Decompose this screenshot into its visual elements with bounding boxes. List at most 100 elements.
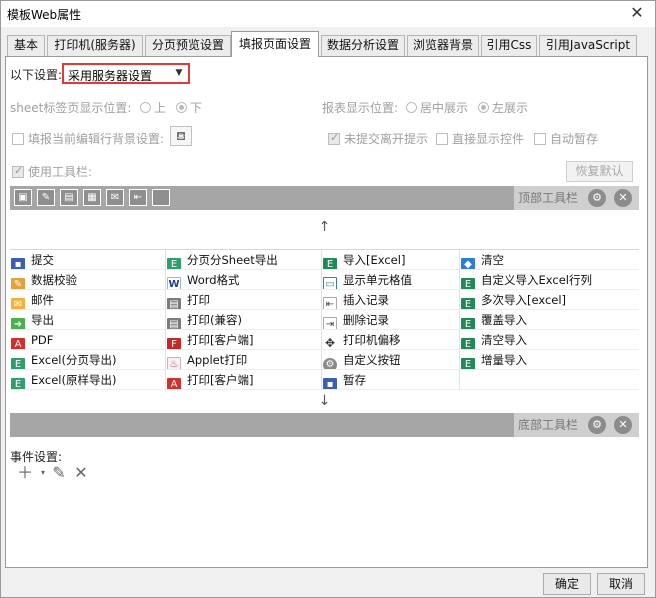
- setting-label: 以下设置:: [10, 68, 63, 82]
- radio-top[interactable]: [140, 102, 151, 113]
- btn-item-print-compat[interactable]: ▤ 打印(兼容): [166, 310, 322, 330]
- sheet-position-top-option[interactable]: 上: [140, 99, 166, 116]
- pencil-icon[interactable]: ✎: [37, 189, 55, 206]
- btn-item-custom-button[interactable]: ⚙ 自定义按钮: [322, 350, 460, 370]
- pdf-icon: A: [167, 378, 181, 389]
- move-down-arrow[interactable]: ↓: [10, 391, 639, 411]
- btn-item-word[interactable]: W Word格式: [166, 270, 322, 290]
- radio-top-label: 上: [154, 101, 167, 115]
- mail-icon[interactable]: ✉: [106, 189, 124, 206]
- tab-browser-bg[interactable]: 浏览器背景: [407, 35, 479, 56]
- btn-item-print[interactable]: ▤ 打印: [166, 290, 322, 310]
- btn-item-show-cell[interactable]: ▭ 显示单元格值: [322, 270, 460, 290]
- delete-icon[interactable]: ✕: [70, 463, 92, 483]
- settings-gear-icon[interactable]: ⚙: [588, 189, 606, 207]
- setting-select[interactable]: 采用服务器设置 ▼: [62, 63, 190, 84]
- excel-import-icon: E: [461, 278, 475, 289]
- excel-icon: E: [11, 358, 25, 369]
- insert-row-icon[interactable]: ⇤: [129, 189, 147, 206]
- report-left-option[interactable]: 左展示: [478, 99, 528, 116]
- edit-icon[interactable]: ✎: [48, 463, 70, 483]
- btn-item-export[interactable]: ➜ 导出: [10, 310, 166, 330]
- btn-item-sheet-export[interactable]: E 分页分Sheet导出: [166, 250, 322, 270]
- radio-left[interactable]: [478, 102, 489, 113]
- tab-basic[interactable]: 基本: [7, 35, 45, 56]
- btn-item-clear[interactable]: ◆ 清空: [460, 250, 639, 270]
- sheet-position-bottom-option[interactable]: 下: [176, 99, 202, 116]
- autosave-label: 自动暂存: [550, 132, 599, 146]
- cancel-button[interactable]: 取消: [597, 573, 645, 595]
- settings-gear-icon[interactable]: ⚙: [588, 416, 606, 434]
- excel-icon: E: [167, 258, 181, 269]
- close-icon[interactable]: ✕: [625, 2, 649, 24]
- remove-icon[interactable]: ✕: [614, 416, 632, 434]
- delete-row-icon: ⇥: [323, 317, 337, 329]
- btn-item-excel-paged[interactable]: E Excel(分页导出): [10, 350, 166, 370]
- unsubmitted-leave-option[interactable]: 未提交离开提示: [328, 130, 428, 147]
- tab-css[interactable]: 引用Css: [481, 35, 537, 56]
- direct-control-checkbox[interactable]: [436, 133, 448, 145]
- top-toolbar-text: 顶部工具栏: [518, 191, 579, 205]
- web-properties-dialog: 模板Web属性 ✕ 基本 打印机(服务器) 分页预览设置 填报页面设置 数据分析…: [0, 0, 656, 598]
- btn-item-clear-import[interactable]: E 清空导入: [460, 330, 639, 350]
- btn-item-printer-offset[interactable]: ✥ 打印机偏移: [322, 330, 460, 350]
- btn-item-pdf[interactable]: A PDF: [10, 330, 166, 350]
- blank-icon[interactable]: [152, 189, 170, 206]
- unsubmitted-checkbox[interactable]: [328, 131, 340, 145]
- btn-item-incremental-import[interactable]: E 增量导入: [460, 350, 639, 370]
- btn-item-submit[interactable]: ▪ 提交: [10, 250, 166, 270]
- autosave-checkbox[interactable]: [534, 133, 546, 145]
- btn-item-insert-row[interactable]: ⇤ 插入记录: [322, 290, 460, 310]
- btn-item-delete-row[interactable]: ⇥ 删除记录: [322, 310, 460, 330]
- export-icon[interactable]: ▦: [83, 189, 101, 206]
- btn-item-mail[interactable]: ✉ 邮件: [10, 290, 166, 310]
- tab-paging-preview[interactable]: 分页预览设置: [145, 35, 231, 56]
- btn-item-client-print-pdf[interactable]: A 打印[客户端]: [166, 370, 322, 390]
- tab-javascript[interactable]: 引用JavaScript: [539, 35, 637, 56]
- use-toolbar-checkbox[interactable]: [12, 164, 24, 178]
- report-center-option[interactable]: 居中展示: [406, 99, 468, 116]
- btn-item-client-print[interactable]: F 打印[客户端]: [166, 330, 322, 350]
- btn-item-overwrite-import[interactable]: E 覆盖导入: [460, 310, 639, 330]
- btn-item-import-excel[interactable]: E 导入[Excel]: [322, 250, 460, 270]
- excel-import-icon: E: [461, 358, 475, 369]
- remove-icon[interactable]: ✕: [614, 189, 632, 207]
- mail-icon: ✉: [11, 298, 25, 309]
- btn-item-temp-save[interactable]: ▪ 暂存: [322, 370, 460, 390]
- report-position-label: 报表显示位置:: [322, 101, 399, 115]
- paint-bucket-icon[interactable]: ⛾: [170, 126, 192, 146]
- use-toolbar-label: 使用工具栏:: [28, 165, 93, 179]
- btn-item-custom-import[interactable]: E 自定义导入Excel行列: [460, 270, 639, 290]
- print-icon[interactable]: ▤: [60, 189, 78, 206]
- direct-control-option[interactable]: 直接显示控件: [436, 130, 524, 147]
- btn-item-validate[interactable]: ✎ 数据校验: [10, 270, 166, 290]
- excel-import-icon: E: [461, 318, 475, 329]
- radio-bottom[interactable]: [176, 102, 187, 113]
- tab-printer-server[interactable]: 打印机(服务器): [47, 35, 143, 56]
- ok-button[interactable]: 确定: [543, 573, 591, 595]
- restore-default-button[interactable]: 恢复默认: [566, 161, 633, 182]
- radio-center[interactable]: [406, 102, 417, 113]
- fill-bg-checkbox[interactable]: [12, 133, 24, 145]
- excel-import-icon: E: [323, 258, 337, 269]
- eraser-icon: ◆: [461, 258, 475, 269]
- fill-bg-option[interactable]: 填报当前编辑行背景设置:: [12, 130, 164, 147]
- events-toolbar: ＋ ▾ ✎ ✕: [10, 463, 90, 485]
- sheet-position-label: sheet标签页显示位置:: [10, 101, 132, 115]
- btn-item-excel-original[interactable]: E Excel(原样导出): [10, 370, 166, 390]
- btn-item-multi-import[interactable]: E 多次导入[excel]: [460, 290, 639, 310]
- window-title: 模板Web属性: [7, 8, 82, 22]
- tab-fill-page[interactable]: 填报页面设置: [231, 31, 319, 57]
- gear-icon: ⚙: [323, 358, 337, 369]
- move-up-arrow[interactable]: ↑: [10, 217, 639, 237]
- use-toolbar-option[interactable]: 使用工具栏:: [12, 163, 92, 180]
- toolbar-buttons-grid: ▪ 提交 E 分页分Sheet导出 E 导入[Excel] ◆ 清空 ✎ 数据校验 W Wo…: [10, 249, 639, 391]
- chevron-down-icon[interactable]: ▼: [172, 66, 186, 81]
- tab-data-analysis[interactable]: 数据分析设置: [321, 35, 405, 56]
- excel-import-icon: E: [461, 298, 475, 309]
- unsubmitted-label: 未提交离开提示: [344, 132, 429, 146]
- save-icon[interactable]: ▣: [14, 189, 32, 206]
- autosave-option[interactable]: 自动暂存: [534, 130, 598, 147]
- pencil-icon: ✎: [11, 278, 25, 289]
- btn-item-applet-print[interactable]: ♨ Applet打印: [166, 350, 322, 370]
